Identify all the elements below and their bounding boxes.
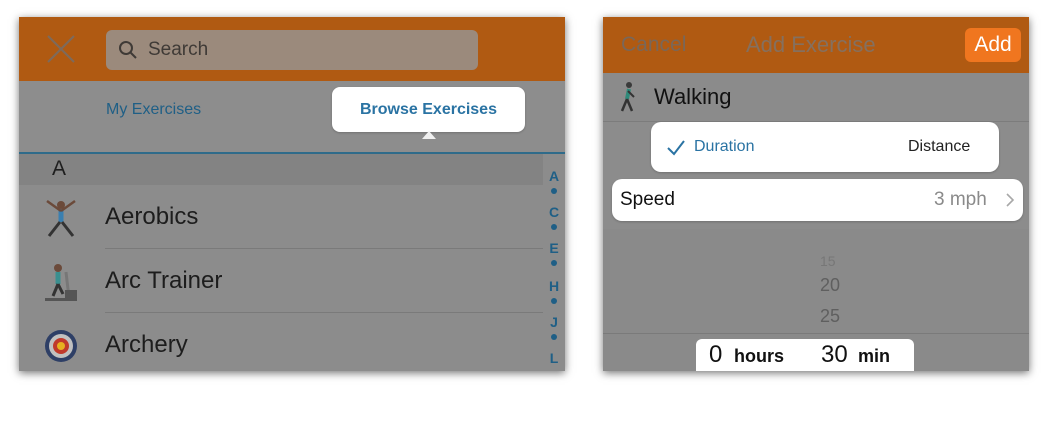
index-letter[interactable]: J — [543, 314, 565, 330]
browse-exercises-screen: Search My Exercises Browse Exercises A A… — [19, 17, 565, 371]
page-title: Add Exercise — [746, 32, 876, 57]
cancel-button[interactable]: Cancel — [621, 33, 686, 57]
tab-browse-exercises[interactable]: Browse Exercises — [332, 87, 525, 132]
picker-option: 20 — [820, 275, 841, 295]
list-item-archery[interactable]: Archery — [19, 313, 543, 371]
walking-figure-icon — [620, 82, 635, 112]
index-letter[interactable]: C — [543, 204, 565, 220]
list-item-aerobics[interactable]: Aerobics — [19, 185, 543, 249]
index-letter[interactable]: L — [543, 350, 565, 366]
index-letter[interactable]: E — [543, 240, 565, 256]
picker-selection-line — [603, 333, 1029, 334]
duration-distance-segment: Duration Distance — [651, 122, 999, 172]
speed-label: Speed — [620, 189, 675, 210]
activity-row: Walking — [603, 73, 1029, 122]
arc-trainer-icon — [45, 264, 77, 301]
section-header: A — [19, 154, 543, 185]
exercise-label: Arc Trainer — [105, 267, 223, 294]
chevron-right-icon — [1006, 193, 1015, 207]
minutes-value: 30 — [821, 341, 848, 368]
activity-label: Walking — [654, 84, 732, 109]
aerobics-figure-icon — [46, 199, 76, 237]
header-bar: Search — [19, 17, 565, 81]
picker-option: 15 — [820, 253, 836, 269]
search-icon — [119, 41, 137, 59]
tab-my-exercises[interactable]: My Exercises — [106, 101, 201, 119]
index-dot — [551, 334, 557, 340]
close-icon[interactable] — [45, 33, 77, 65]
index-letter[interactable]: H — [543, 278, 565, 294]
add-exercise-screen: Cancel Add Exercise Add Walking Duration… — [603, 17, 1029, 371]
picker-option: 25 — [820, 306, 841, 326]
section-letter: A — [52, 157, 67, 180]
duration-picker[interactable]: 15 20 25 0 hours 30 min — [603, 229, 1029, 371]
picker-selection: 0 hours 30 min — [696, 339, 914, 371]
hours-value: 0 — [709, 341, 723, 368]
search-input[interactable]: Search — [106, 30, 478, 70]
tab-indicator-caret — [422, 131, 436, 139]
segment-distance[interactable]: Distance — [908, 138, 970, 156]
checkmark-icon — [667, 140, 685, 156]
alphabet-index[interactable]: A C E H J L — [543, 162, 565, 371]
segment-duration[interactable]: Duration — [694, 138, 754, 156]
index-dot — [551, 224, 557, 230]
speed-row[interactable]: Speed 3 mph — [612, 179, 1023, 221]
add-button[interactable]: Add — [965, 28, 1021, 62]
hours-unit: hours — [734, 346, 785, 366]
index-dot — [551, 298, 557, 304]
index-dot — [551, 188, 557, 194]
exercise-label: Aerobics — [105, 203, 199, 230]
minutes-unit: min — [858, 346, 891, 366]
archery-target-icon — [45, 330, 77, 362]
header-bar: Cancel Add Exercise Add — [603, 17, 1029, 73]
index-dot — [551, 260, 557, 266]
index-letter[interactable]: A — [543, 168, 565, 184]
list-item-arc-trainer[interactable]: Arc Trainer — [19, 249, 543, 313]
exercise-label: Archery — [105, 331, 188, 358]
speed-value: 3 mph — [934, 189, 987, 210]
search-placeholder: Search — [148, 39, 209, 60]
